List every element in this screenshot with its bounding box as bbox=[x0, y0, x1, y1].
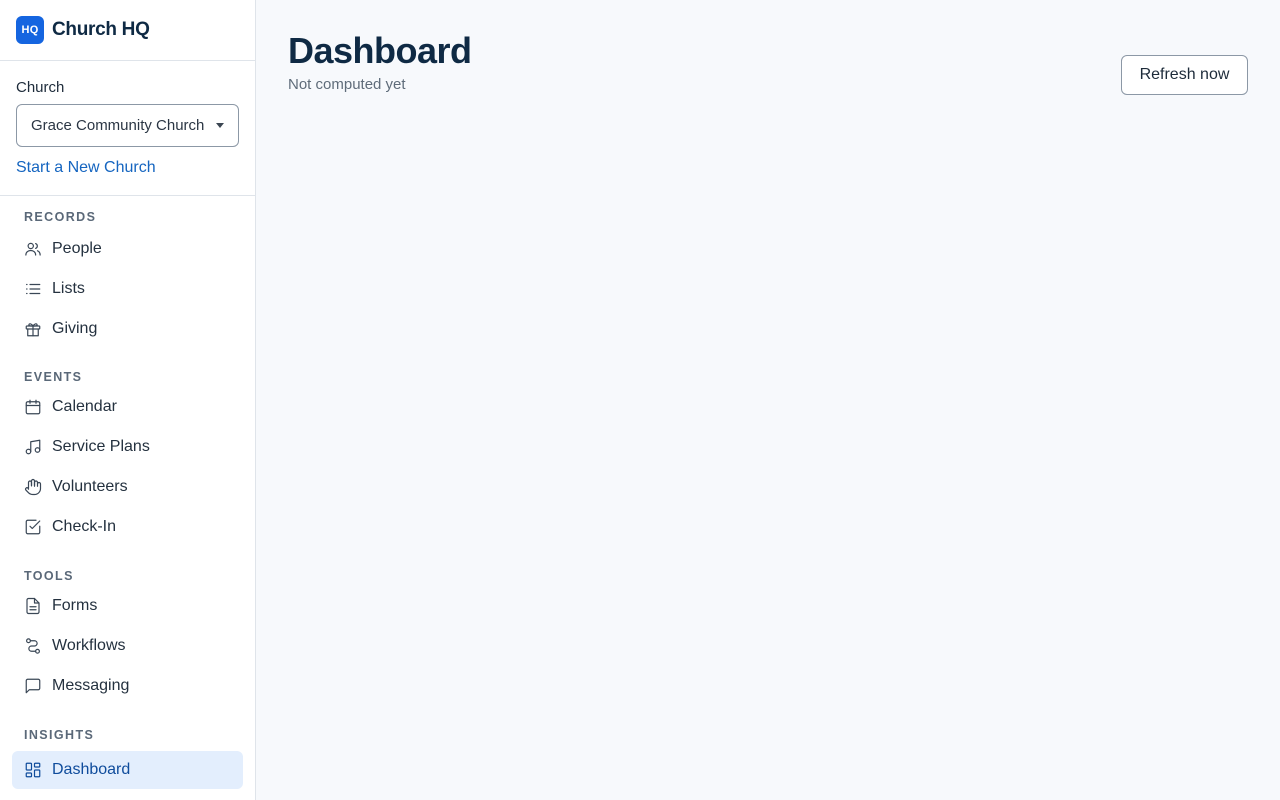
sidebar-item-label: Check-In bbox=[52, 518, 117, 535]
sidebar-item-giving[interactable]: Giving bbox=[12, 309, 243, 349]
grid-icon bbox=[24, 761, 42, 779]
sidebar-item-forms[interactable]: Forms bbox=[12, 586, 243, 626]
music-note-icon bbox=[24, 438, 42, 456]
sidebar-item-label: Volunteers bbox=[52, 478, 128, 495]
gift-icon bbox=[24, 320, 42, 338]
calendar-icon bbox=[24, 398, 42, 416]
sidebar-item-people[interactable]: People bbox=[12, 229, 243, 269]
sidebar-item-messaging[interactable]: Messaging bbox=[12, 666, 243, 706]
sidebar-item-label: Dashboard bbox=[52, 761, 131, 778]
sidebar-item-workflows[interactable]: Workflows bbox=[12, 626, 243, 666]
brand-header: HQ Church HQ bbox=[0, 0, 255, 61]
route-icon bbox=[24, 637, 42, 655]
sidebar-item-service-plans[interactable]: Service Plans bbox=[12, 427, 243, 467]
sidebar-item-label: Lists bbox=[52, 280, 85, 297]
church-select-value: Grace Community Church bbox=[31, 117, 205, 134]
hand-icon bbox=[24, 478, 42, 496]
church-label: Church bbox=[16, 79, 65, 96]
list-icon bbox=[24, 280, 42, 298]
app-name[interactable]: Church HQ bbox=[52, 19, 150, 41]
sidebar-item-check-in[interactable]: Check-In bbox=[12, 507, 243, 547]
chat-icon bbox=[24, 677, 42, 695]
sidebar-item-label: Messaging bbox=[52, 677, 130, 694]
checkbox-icon bbox=[24, 518, 42, 536]
sidebar-item-label: Giving bbox=[52, 320, 98, 337]
sidebar-item-volunteers[interactable]: Volunteers bbox=[12, 467, 243, 507]
app-logo[interactable]: HQ bbox=[16, 16, 44, 44]
sidebar-item-label: People bbox=[52, 240, 102, 257]
document-icon bbox=[24, 597, 42, 615]
refresh-now-button[interactable]: Refresh now bbox=[1121, 55, 1248, 95]
main-content: Dashboard Not computed yet Refresh now bbox=[256, 0, 1280, 800]
page-title: Dashboard bbox=[288, 30, 472, 71]
sidebar-item-calendar[interactable]: Calendar bbox=[12, 387, 243, 427]
nav-section-events: EVENTS bbox=[24, 370, 83, 384]
sidebar-item-dashboard[interactable]: Dashboard bbox=[12, 751, 243, 789]
people-icon bbox=[24, 240, 42, 258]
sidebar-item-label: Workflows bbox=[52, 637, 126, 654]
sidebar: HQ Church HQ Church Grace Community Chur… bbox=[0, 0, 256, 800]
nav-section-records: RECORDS bbox=[24, 210, 97, 224]
nav-section-insights: INSIGHTS bbox=[24, 728, 95, 742]
sidebar-item-label: Calendar bbox=[52, 398, 117, 415]
chevron-down-icon bbox=[216, 123, 224, 128]
sidebar-item-label: Forms bbox=[52, 597, 98, 614]
church-selector-panel: Church Grace Community Church Start a Ne… bbox=[0, 61, 255, 196]
nav-section-tools: TOOLS bbox=[24, 569, 74, 583]
sidebar-item-lists[interactable]: Lists bbox=[12, 269, 243, 309]
church-select[interactable]: Grace Community Church bbox=[16, 104, 239, 147]
sidebar-item-label: Service Plans bbox=[52, 438, 150, 455]
start-new-church-link[interactable]: Start a New Church bbox=[16, 159, 156, 177]
page-subtitle: Not computed yet bbox=[288, 76, 406, 93]
main-nav: RECORDS People Lists Giving EVENTS Calen… bbox=[0, 196, 255, 789]
